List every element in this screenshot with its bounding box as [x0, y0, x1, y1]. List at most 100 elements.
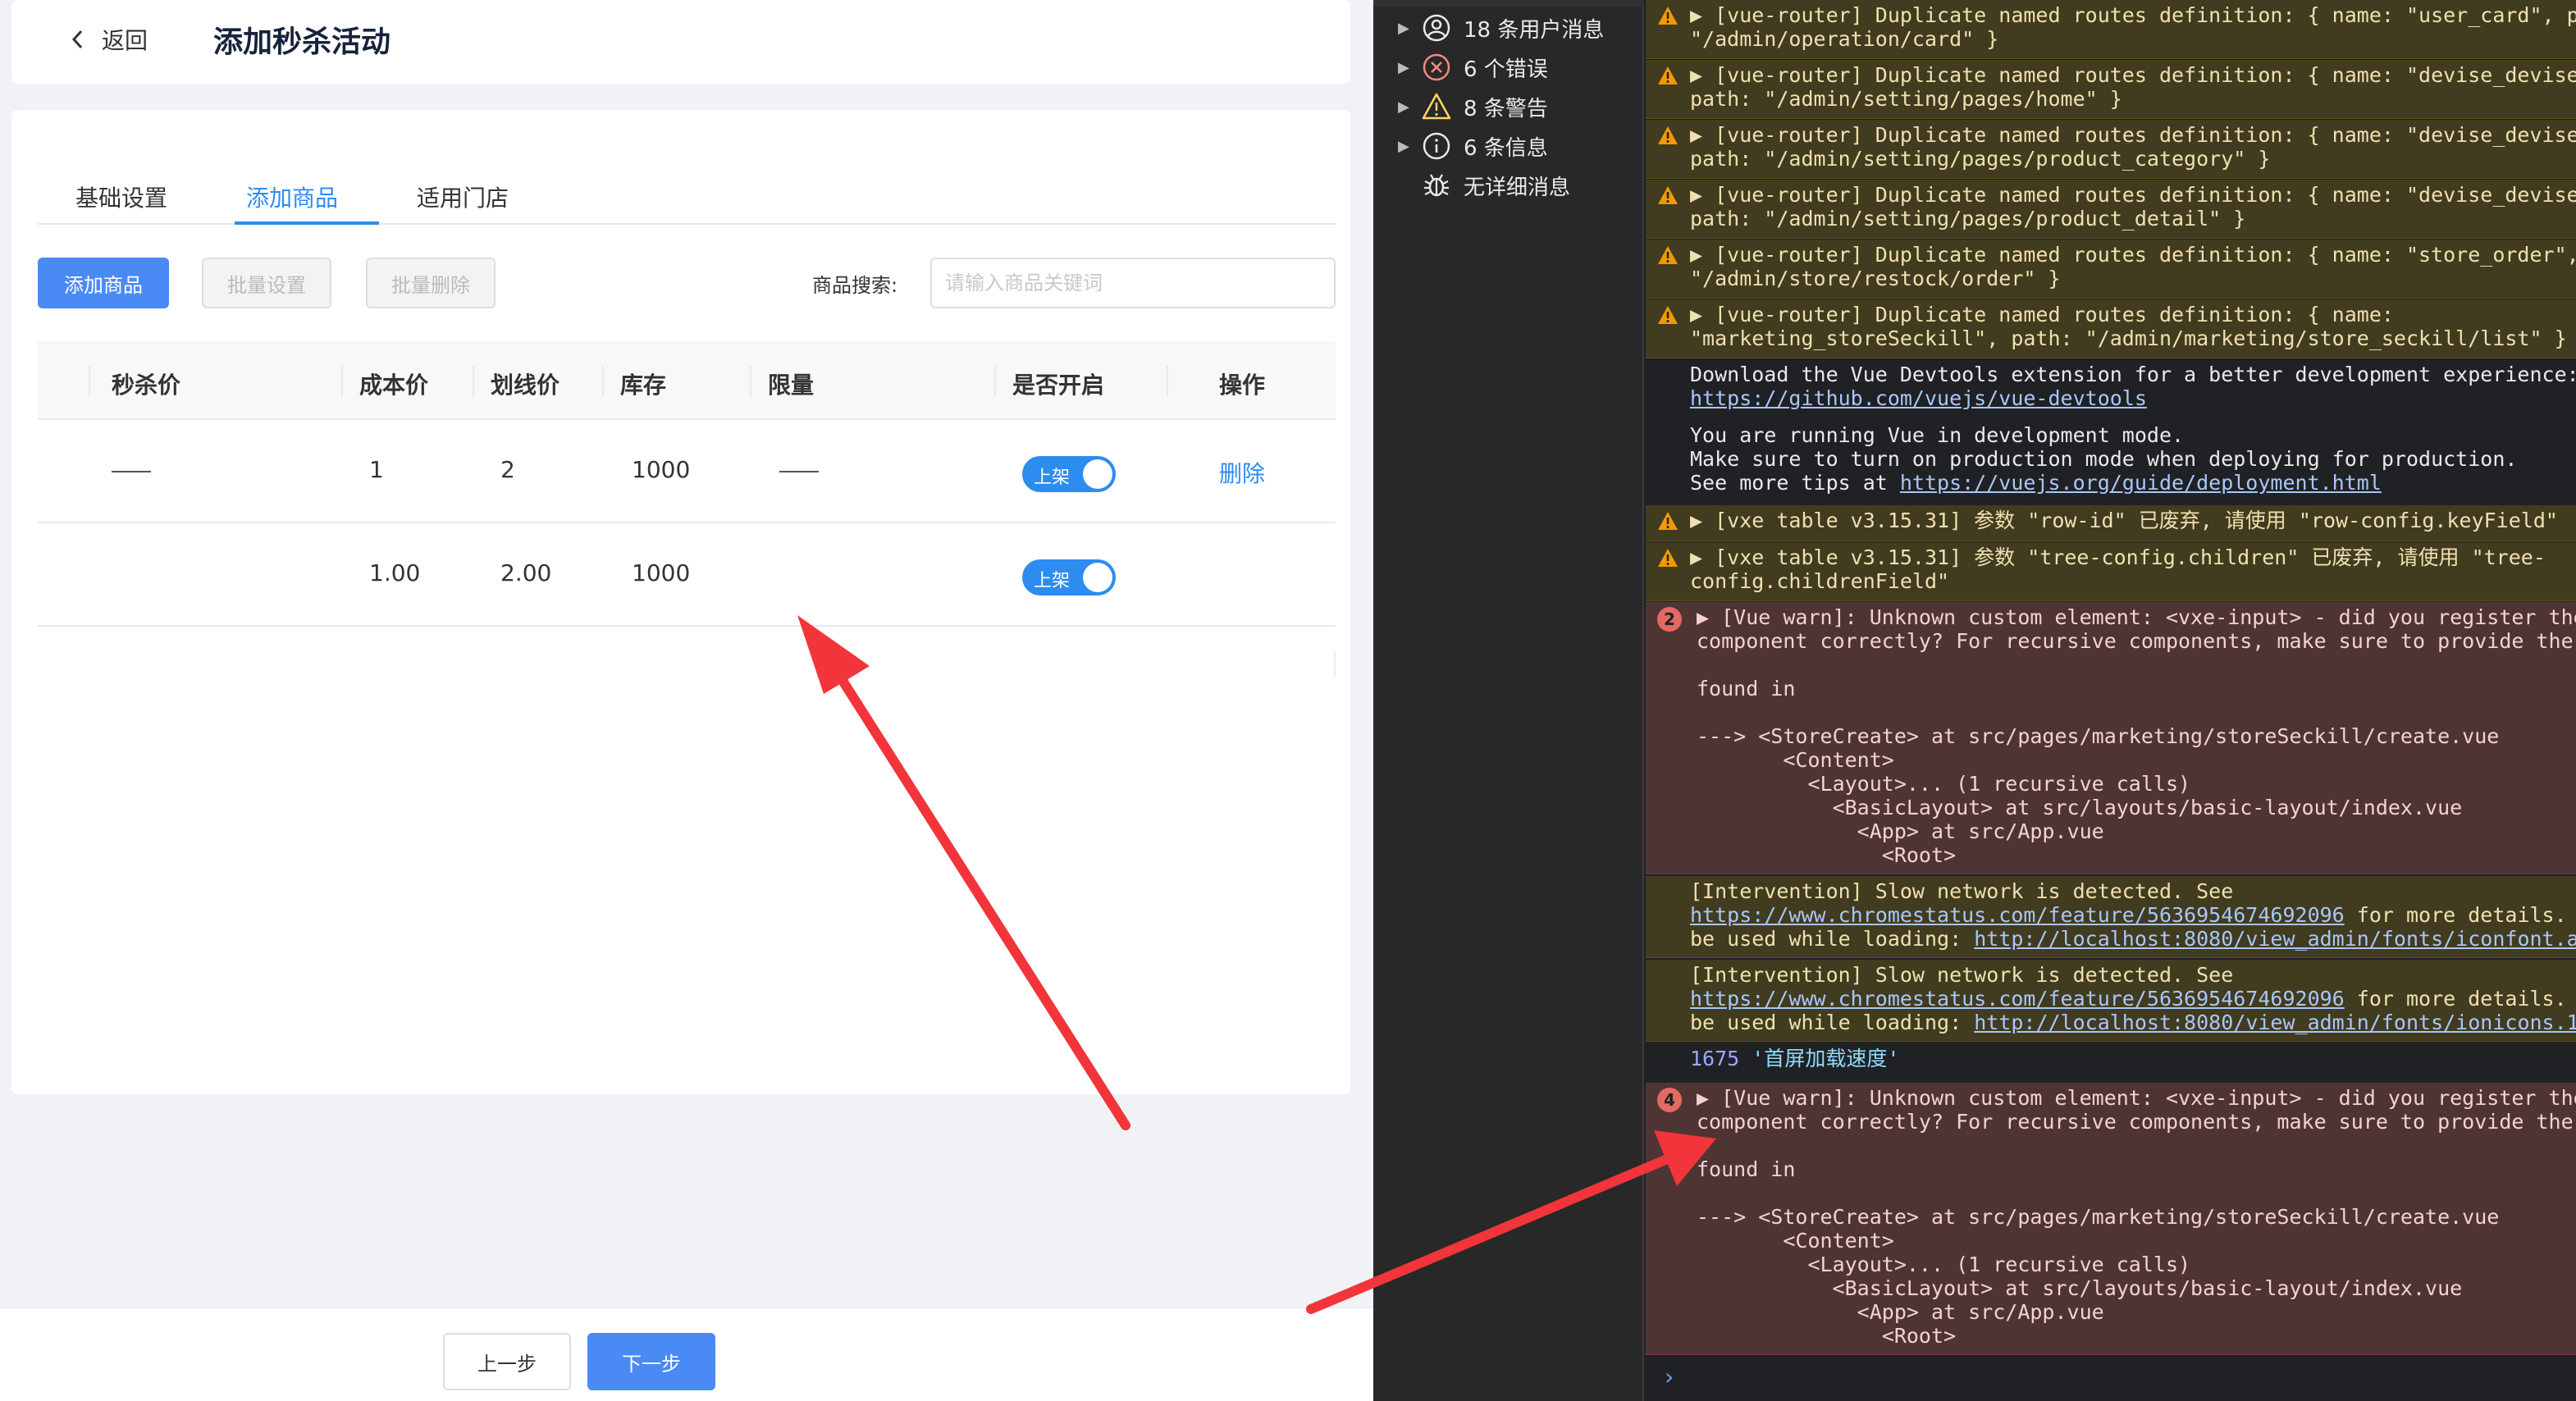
- message-text: ▶ [Vue warn]: Unknown custom element: <v…: [1697, 1086, 2576, 1348]
- console-warning[interactable]: ▶ [vue-router] Duplicate named routes de…: [1646, 0, 2576, 59]
- message-text: ▶ [vue-router] Duplicate named routes de…: [1690, 183, 2576, 230]
- sidebar-label: 无详细消息: [1464, 175, 1571, 200]
- batch-delete-button[interactable]: 批量删除: [366, 258, 496, 308]
- warning-icon: [1422, 93, 1451, 120]
- stock-cell: 1000: [632, 456, 691, 483]
- toggle-label: 上架: [1034, 468, 1071, 488]
- console-error[interactable]: 2 ▶ [Vue warn]: Unknown custom element: …: [1646, 602, 2576, 874]
- console-prompt[interactable]: ›: [1662, 1365, 1676, 1389]
- col-strike-price: 划线价: [491, 372, 560, 399]
- sidebar-label: 8 条警告: [1464, 96, 1548, 121]
- devtools-link[interactable]: https://github.com/vuejs/vue-devtools: [1690, 386, 2147, 410]
- intervention-tail: be used while loading:: [1690, 1011, 1975, 1034]
- perf-label: '首屏加载速度': [1752, 1047, 1900, 1070]
- console-warning[interactable]: ▶ [vxe table v3.15.31] 参数 "tree-config.c…: [1646, 542, 2576, 601]
- message-text: You are running Vue in development mode.…: [1690, 423, 2517, 495]
- console-warning[interactable]: ▶ [vue-router] Duplicate named routes de…: [1646, 240, 2576, 299]
- warning-icon: [1658, 66, 1678, 84]
- message-text: ▶ [vue-router] Duplicate named routes de…: [1690, 303, 2567, 350]
- message-text: ▶ [vue-router] Duplicate named routes de…: [1690, 3, 2576, 51]
- intervention-text: [Intervention] Slow network is detected.…: [1690, 879, 2234, 903]
- toggle-knob: [1083, 563, 1112, 592]
- listing-toggle[interactable]: 上架: [1022, 559, 1116, 596]
- sidebar-warnings[interactable]: ▶ 8 条警告: [1398, 90, 1548, 123]
- warning-icon: [1658, 512, 1678, 530]
- stock-cell: 1000: [632, 559, 691, 586]
- table-row: 1 2 1000 上架 删除: [38, 420, 1336, 523]
- back-label: 返回: [102, 27, 148, 54]
- next-step-button[interactable]: 下一步: [587, 1333, 715, 1390]
- warning-icon: [1658, 549, 1678, 567]
- tab-stores[interactable]: 适用门店: [417, 180, 509, 213]
- console-intervention[interactable]: [Intervention] Slow network is detected.…: [1646, 876, 2576, 958]
- message-text: ▶ [vue-router] Duplicate named routes de…: [1690, 63, 2576, 111]
- table-row: 1.00 2.00 1000 上架: [38, 523, 1336, 627]
- expand-triangle-icon: ▶: [1398, 19, 1409, 37]
- admin-app: 返回 添加秒杀活动 基础设置 添加商品 适用门店 添加商品 批量设置 批量删除 …: [0, 0, 1373, 1401]
- console-warning[interactable]: ▶ [vue-router] Duplicate named routes de…: [1646, 299, 2576, 358]
- column-divider: [750, 366, 751, 397]
- chromestatus-link[interactable]: https://www.chromestatus.com/feature/563…: [1690, 987, 2345, 1011]
- console-intervention[interactable]: [Intervention] Slow network is detected.…: [1646, 960, 2576, 1042]
- table-border: [1334, 651, 1336, 678]
- search-input[interactable]: [930, 258, 1336, 308]
- column-divider: [602, 366, 604, 397]
- sidebar-verbose[interactable]: 无详细消息: [1398, 169, 1570, 202]
- expand-triangle-icon: ▶: [1398, 98, 1409, 116]
- console-warning[interactable]: ▶ [vue-router] Duplicate named routes de…: [1646, 120, 2576, 179]
- delete-link[interactable]: 删除: [1219, 456, 1265, 489]
- intervention-text: [Intervention] Slow network is detected.…: [1690, 963, 2234, 987]
- listing-toggle[interactable]: 上架: [1022, 456, 1116, 492]
- batch-settings-button[interactable]: 批量设置: [202, 258, 331, 308]
- column-divider: [1167, 366, 1168, 397]
- col-cost-price: 成本价: [359, 372, 429, 399]
- strike-price-cell: 2.00: [500, 559, 552, 586]
- console-error[interactable]: 4 ▶ [Vue warn]: Unknown custom element: …: [1646, 1083, 2576, 1355]
- devtools-hint: Download the Vue Devtools extension for …: [1690, 363, 2576, 386]
- warning-icon: [1658, 306, 1678, 324]
- add-product-button[interactable]: 添加商品: [38, 258, 169, 308]
- console-sidebar: ▶ 18 条用户消息 ▶ 6 个错误 ▶ 8 条警告 ▶ 6 条信息 无详细消息: [1373, 0, 1644, 1401]
- message-text: ▶ [vue-router] Duplicate named routes de…: [1690, 243, 2576, 290]
- column-divider: [341, 366, 343, 397]
- user-icon: [1423, 14, 1450, 42]
- page-header: 返回 添加秒杀活动: [11, 0, 1350, 84]
- toggle-label: 上架: [1034, 571, 1071, 591]
- toggle-knob: [1083, 459, 1112, 489]
- error-icon: [1423, 53, 1450, 81]
- sidebar-user-messages[interactable]: ▶ 18 条用户消息: [1398, 11, 1604, 44]
- console-warning[interactable]: ▶ [vxe table v3.15.31] 参数 "row-id" 已废弃, …: [1646, 505, 2576, 541]
- sidebar-info[interactable]: ▶ 6 条信息: [1398, 130, 1548, 162]
- empty-limit: [779, 471, 819, 472]
- console-warning[interactable]: ▶ [vue-router] Duplicate named routes de…: [1646, 180, 2576, 239]
- col-actions: 操作: [1219, 372, 1266, 399]
- empty-seckill-price: [112, 471, 151, 472]
- console-log-entry: Download the Vue Devtools extension for …: [1646, 359, 2576, 418]
- console-log: ▶ [vue-router] Duplicate named routes de…: [1646, 0, 2576, 1401]
- sidebar-label: 6 个错误: [1464, 57, 1548, 82]
- col-seckill-price: 秒杀价: [112, 372, 181, 399]
- font-link[interactable]: http://localhost:8080/view_admin/fonts/i…: [1974, 927, 2576, 951]
- console-warning[interactable]: ▶ [vue-router] Duplicate named routes de…: [1646, 60, 2576, 119]
- product-table: 秒杀价 成本价 划线价 库存 限量 是否开启 操作 1 2 1000 上架 删除…: [38, 341, 1336, 678]
- cost-price-cell: 1.00: [369, 559, 421, 586]
- page-title: 添加秒杀活动: [213, 25, 391, 59]
- prev-step-button[interactable]: 上一步: [443, 1333, 571, 1390]
- warning-icon: [1658, 126, 1678, 144]
- sidebar-errors[interactable]: ▶ 6 个错误: [1398, 51, 1548, 84]
- console-log-entry: You are running Vue in development mode.…: [1646, 420, 2576, 502]
- tab-basic-settings[interactable]: 基础设置: [75, 180, 167, 213]
- search-label: 商品搜索:: [812, 274, 898, 297]
- message-text: Download the Vue Devtools extension for …: [1690, 363, 2576, 410]
- active-tab-indicator: [235, 221, 379, 225]
- perf-value: 1675: [1690, 1047, 1740, 1070]
- expand-triangle-icon: ▶: [1398, 58, 1409, 76]
- sidebar-label: 18 条用户消息: [1464, 17, 1605, 43]
- font-link[interactable]: http://localhost:8080/view_admin/fonts/i…: [1974, 1011, 2576, 1034]
- tab-add-product[interactable]: 添加商品: [246, 180, 338, 213]
- chromestatus-link[interactable]: https://www.chromestatus.com/feature/563…: [1690, 903, 2345, 927]
- sidebar-label: 6 条信息: [1464, 135, 1548, 161]
- back-button[interactable]: 返回: [69, 21, 148, 57]
- message-text: ▶ [vue-router] Duplicate named routes de…: [1690, 123, 2576, 171]
- deployment-link[interactable]: https://vuejs.org/guide/deployment.html: [1900, 471, 2382, 495]
